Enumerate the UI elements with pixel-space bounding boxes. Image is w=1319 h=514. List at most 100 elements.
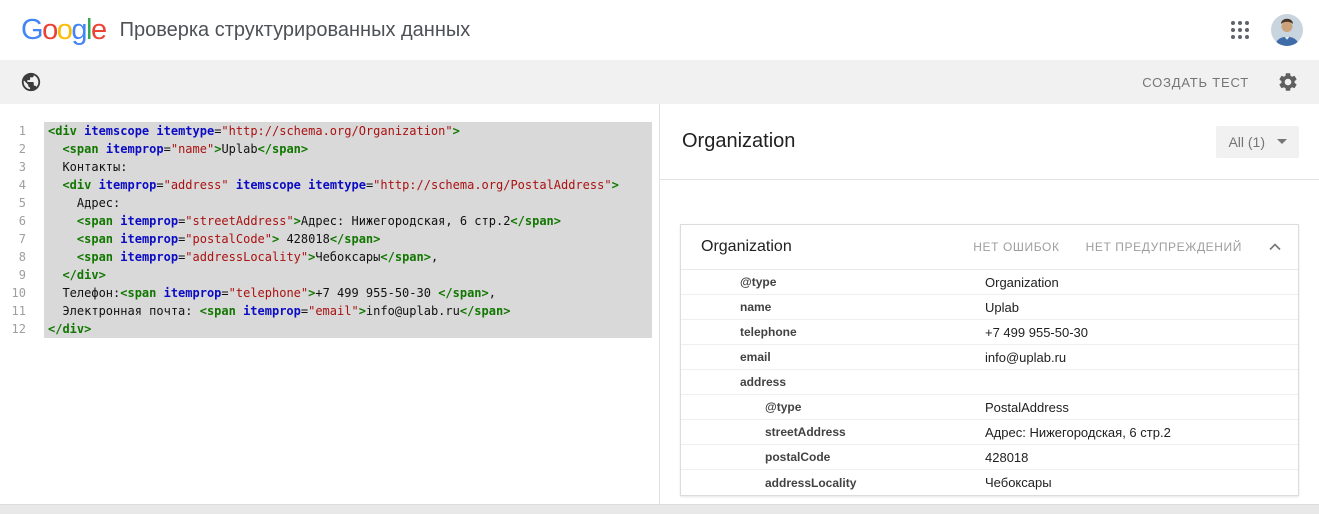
property-row[interactable]: telephone+7 499 955-50-30 <box>681 320 1298 345</box>
code-token-tag: > <box>359 304 366 318</box>
code-token-text: , <box>431 250 438 264</box>
create-test-button[interactable]: СОЗДАТЬ ТЕСТ <box>1142 75 1249 90</box>
code-token-string: "streetAddress" <box>185 214 293 228</box>
property-key: @type <box>681 400 985 414</box>
line-number: 8 <box>0 248 26 266</box>
code-token-tag: > <box>294 214 301 228</box>
code-token-text: info@uplab.ru <box>366 304 460 318</box>
property-row[interactable]: @typeOrganization <box>681 270 1298 295</box>
google-logo[interactable]: Google <box>21 16 106 45</box>
apps-grid-icon[interactable] <box>1231 21 1249 39</box>
line-number: 11 <box>0 302 26 320</box>
code-token-text <box>48 268 62 282</box>
code-token-text: = <box>156 178 163 192</box>
results-header: Organization All (1) <box>660 104 1319 180</box>
code-token-text: = <box>221 286 228 300</box>
code-token-tag: <span <box>120 286 163 300</box>
code-token-string: "http://schema.org/Organization" <box>221 124 452 138</box>
no-errors-badge: НЕТ ОШИБОК <box>973 240 1059 254</box>
line-number: 3 <box>0 158 26 176</box>
code-token-tag: <span <box>200 304 243 318</box>
line-number: 5 <box>0 194 26 212</box>
property-value: Адрес: Нижегородская, 6 стр.2 <box>985 425 1171 440</box>
code-token-text <box>48 250 77 264</box>
code-token-string: "addressLocality" <box>185 250 308 264</box>
avatar[interactable] <box>1271 14 1303 46</box>
bottom-scrollbar <box>0 504 1319 514</box>
google-logo-letter: e <box>91 14 106 46</box>
code-token-string: "telephone" <box>229 286 308 300</box>
chevron-up-icon[interactable] <box>1268 240 1282 254</box>
property-row[interactable]: emailinfo@uplab.ru <box>681 345 1298 370</box>
code-token-tag: <span <box>77 214 120 228</box>
settings-gear-icon[interactable] <box>1277 71 1299 93</box>
property-row[interactable]: addressLocalityЧебоксары <box>681 470 1298 495</box>
code-token-tag: <span <box>77 250 120 264</box>
code-token-attribute: itemprop <box>164 286 222 300</box>
result-card-badges: НЕТ ОШИБОК НЕТ ПРЕДУПРЕЖДЕНИЙ <box>973 240 1282 254</box>
code-token-string: "email" <box>308 304 359 318</box>
code-token-text: = <box>164 142 171 156</box>
code-token-text: Телефон: <box>48 286 120 300</box>
code-token-tag: > <box>612 178 619 192</box>
results-filter-dropdown[interactable]: All (1) <box>1216 126 1299 158</box>
result-card-title: Organization <box>701 238 792 256</box>
code-token-attribute: itemprop <box>243 304 301 318</box>
code-token-tag: <span <box>77 232 120 246</box>
property-table: @typeOrganizationnameUplabtelephone+7 49… <box>681 270 1298 495</box>
code-token-tag: > <box>453 124 460 138</box>
property-row[interactable]: @typePostalAddress <box>681 395 1298 420</box>
toolbar-actions: СОЗДАТЬ ТЕСТ <box>1142 71 1299 93</box>
property-row[interactable]: nameUplab <box>681 295 1298 320</box>
google-logo-letter: o <box>42 14 57 46</box>
code-line: <span itemprop="streetAddress">Адрес: Ни… <box>44 212 652 230</box>
code-token-tag: </div> <box>48 322 91 336</box>
line-number: 9 <box>0 266 26 284</box>
code-token-text: Чебоксары <box>315 250 380 264</box>
code-token-tag: <span <box>62 142 105 156</box>
code-editor[interactable]: 123456789101112 <div itemscope itemtype=… <box>0 104 660 504</box>
property-key: addressLocality <box>681 476 985 490</box>
top-header: Google Проверка структурированных данных <box>0 0 1319 60</box>
line-number-gutter: 123456789101112 <box>0 122 38 504</box>
property-key: address <box>681 375 985 389</box>
code-token-string: "address" <box>164 178 229 192</box>
code-token-tag: </span> <box>460 304 511 318</box>
code-token-text <box>229 178 236 192</box>
property-row[interactable]: postalCode428018 <box>681 445 1298 470</box>
property-value: Organization <box>985 275 1059 290</box>
code-token-text <box>48 232 77 246</box>
code-token-attribute: itemprop <box>120 250 178 264</box>
code-token-text: Контакты: <box>48 160 127 174</box>
code-token-tag: </span> <box>380 250 431 264</box>
chevron-down-icon <box>1277 139 1287 144</box>
code-token-attribute: itemprop <box>120 232 178 246</box>
code-token-attribute: itemtype <box>156 124 214 138</box>
code-token-string: "postalCode" <box>185 232 272 246</box>
code-token-attribute: itemprop <box>120 214 178 228</box>
code-token-text: 428018 <box>279 232 330 246</box>
result-card-header[interactable]: Organization НЕТ ОШИБОК НЕТ ПРЕДУПРЕЖДЕН… <box>681 225 1298 270</box>
code-token-string: "name" <box>171 142 214 156</box>
code-token-tag: <div <box>48 124 84 138</box>
code-area: <div itemscope itemtype="http://schema.o… <box>44 122 652 504</box>
app-window: Google Проверка структурированных данных <box>0 0 1319 514</box>
code-token-text <box>48 142 62 156</box>
google-logo-letter: g <box>71 14 86 46</box>
results-pane: Organization All (1) Organization НЕТ ОШ… <box>660 104 1319 504</box>
property-value: +7 499 955-50-30 <box>985 325 1088 340</box>
property-row[interactable]: streetAddressАдрес: Нижегородская, 6 стр… <box>681 420 1298 445</box>
line-number: 1 <box>0 122 26 140</box>
google-logo-letter: G <box>21 14 42 46</box>
property-value: 428018 <box>985 450 1028 465</box>
code-line: Электронная почта: <span itemprop="email… <box>44 302 652 320</box>
line-number: 4 <box>0 176 26 194</box>
code-line: <span itemprop="name">Uplab</span> <box>44 140 652 158</box>
line-number: 6 <box>0 212 26 230</box>
code-line: <span itemprop="postalCode"> 428018</spa… <box>44 230 652 248</box>
code-token-tag: </div> <box>62 268 105 282</box>
line-number: 10 <box>0 284 26 302</box>
property-row[interactable]: address <box>681 370 1298 395</box>
main-content: 123456789101112 <div itemscope itemtype=… <box>0 104 1319 504</box>
property-value: PostalAddress <box>985 400 1069 415</box>
